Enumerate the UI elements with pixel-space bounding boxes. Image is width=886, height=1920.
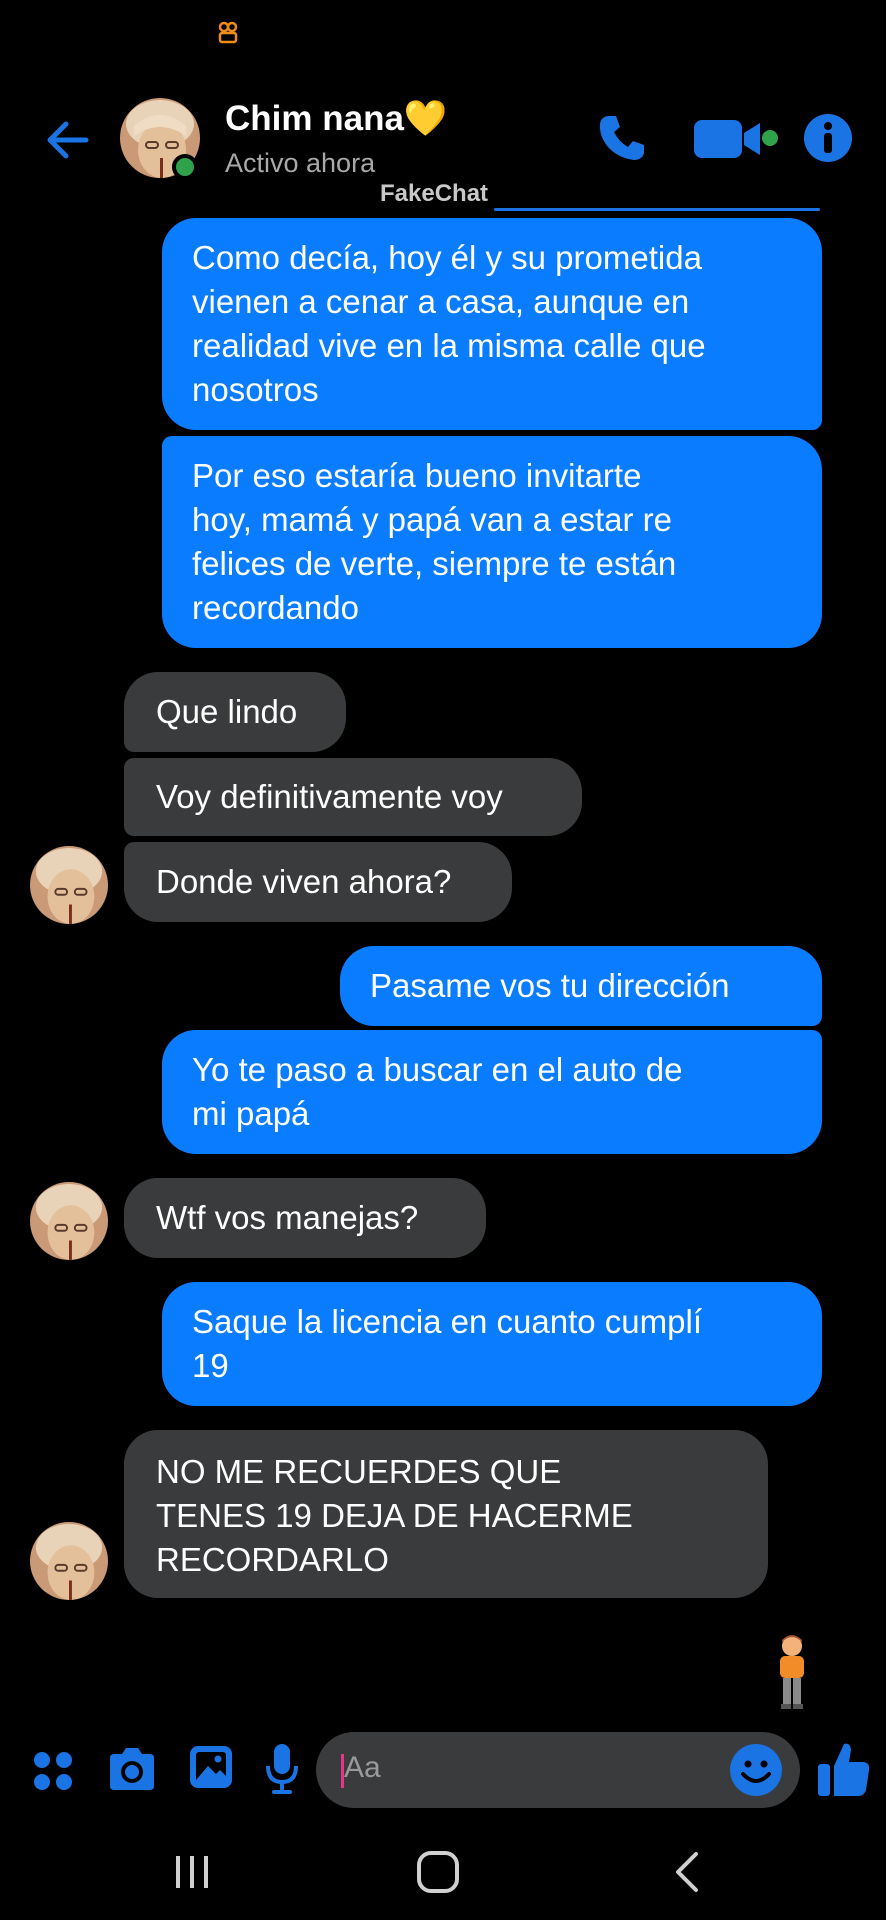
- back-arrow-icon[interactable]: [38, 110, 98, 170]
- header-divider: [494, 208, 820, 211]
- info-icon[interactable]: [800, 110, 856, 166]
- camera-icon[interactable]: [106, 1746, 158, 1792]
- message-text: NO ME RECUERDES QUE TENES 19 DEJA DE HAC…: [156, 1453, 633, 1578]
- microphone-icon[interactable]: [264, 1742, 300, 1796]
- sent-message[interactable]: Por eso estaría bueno invitarte hoy, mam…: [162, 436, 822, 648]
- message-composer: Aa: [0, 1720, 886, 1820]
- received-message[interactable]: Voy definitivamente voy: [124, 758, 582, 836]
- message-text: Saque la licencia en cuanto cumplí 19: [192, 1303, 702, 1384]
- contact-status: Activo ahora: [225, 148, 376, 178]
- message-text: Que lindo: [156, 693, 298, 730]
- home-icon[interactable]: [414, 1848, 462, 1896]
- message-text: Yo te paso a buscar en el auto de mi pap…: [192, 1051, 683, 1132]
- received-message[interactable]: Donde viven ahora?: [124, 842, 512, 922]
- smiley-icon[interactable]: [728, 1742, 784, 1798]
- phone-icon[interactable]: [594, 110, 650, 166]
- app-notification-icon: [218, 21, 238, 44]
- message-text: Pasame vos tu dirección: [370, 967, 730, 1004]
- online-indicator: [172, 154, 198, 180]
- message-input[interactable]: Aa: [316, 1732, 800, 1808]
- message-text: Wtf vos manejas?: [156, 1199, 419, 1236]
- input-placeholder: Aa: [344, 1751, 381, 1784]
- received-message[interactable]: Wtf vos manejas?: [124, 1178, 486, 1258]
- message-text: Voy definitivamente voy: [156, 778, 503, 815]
- nav-back-icon[interactable]: [670, 1848, 704, 1896]
- message-text: Por eso estaría bueno invitarte hoy, mam…: [192, 457, 677, 626]
- four-dots-icon[interactable]: [32, 1750, 74, 1792]
- sent-message[interactable]: Como decía, hoy él y su prometida vienen…: [162, 218, 822, 430]
- contact-avatar-small[interactable]: [30, 1522, 108, 1600]
- received-message[interactable]: Que lindo: [124, 672, 346, 752]
- status-bar: [0, 0, 886, 70]
- contact-avatar-small[interactable]: [30, 1182, 108, 1260]
- watermark: FakeChat: [380, 180, 489, 207]
- sent-message[interactable]: Saque la licencia en cuanto cumplí 19: [162, 1282, 822, 1406]
- sent-message[interactable]: Yo te paso a buscar en el auto de mi pap…: [162, 1030, 822, 1154]
- contact-name[interactable]: Chim nana💛: [225, 98, 448, 139]
- person-emoji-icon: [780, 1635, 804, 1709]
- image-icon[interactable]: [188, 1744, 234, 1790]
- contact-avatar-small[interactable]: [30, 846, 108, 924]
- sent-message[interactable]: Pasame vos tu dirección: [340, 946, 822, 1026]
- recent-apps-icon[interactable]: [170, 1850, 214, 1894]
- message-text: Como decía, hoy él y su prometida vienen…: [192, 239, 706, 408]
- received-message[interactable]: NO ME RECUERDES QUE TENES 19 DEJA DE HAC…: [124, 1430, 768, 1598]
- system-navigation-bar: [0, 1820, 886, 1920]
- message-text: Donde viven ahora?: [156, 863, 452, 900]
- thumbs-up-icon[interactable]: [816, 1740, 872, 1800]
- video-camera-icon[interactable]: [694, 116, 784, 162]
